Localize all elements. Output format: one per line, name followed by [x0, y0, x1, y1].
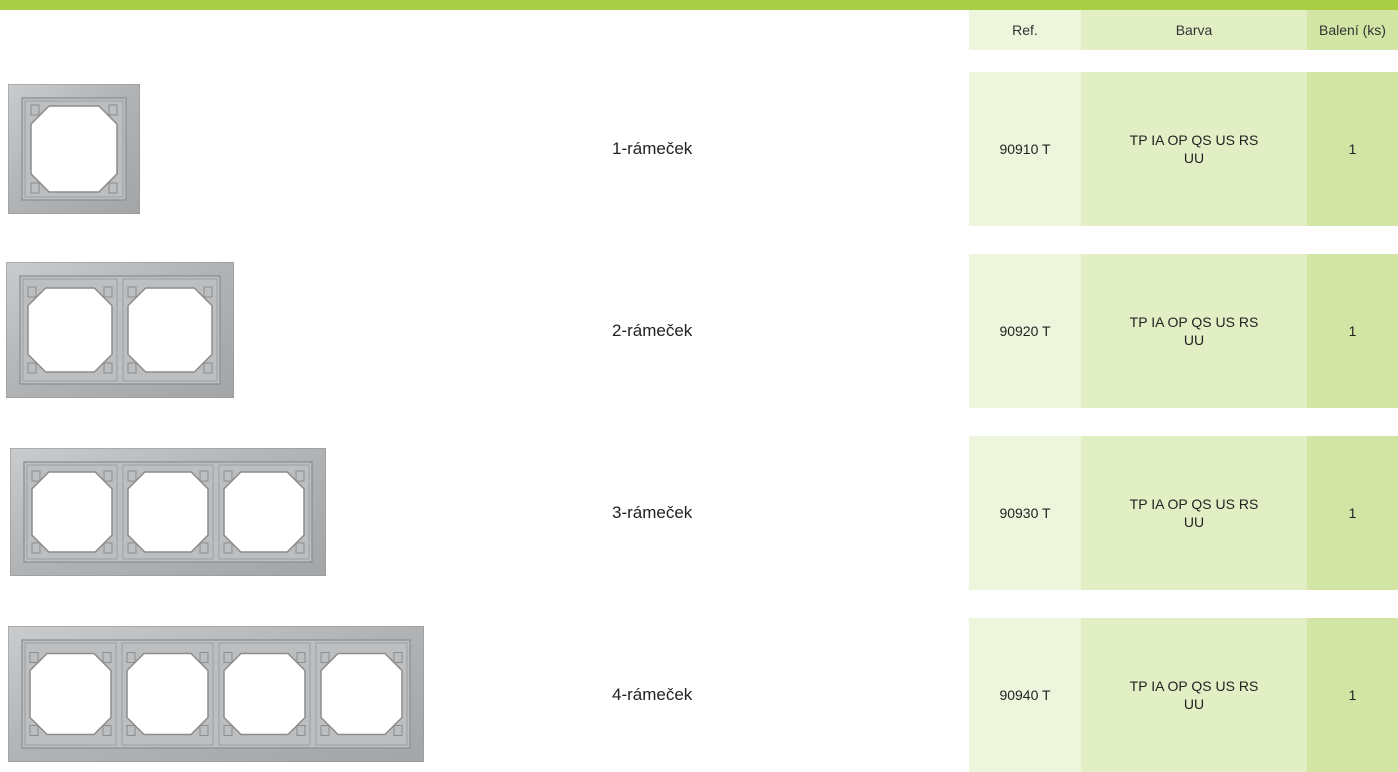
frame-3-svg — [10, 448, 326, 576]
baleni-cell: 1 — [1307, 436, 1398, 590]
frame-image-2 — [6, 262, 234, 398]
ref-cell: 90920 T — [969, 254, 1081, 408]
product-name: 2-rámeček — [612, 321, 693, 340]
frame-4-svg — [8, 626, 424, 762]
ref-cell: 90930 T — [969, 436, 1081, 590]
frame-2-svg — [6, 262, 234, 398]
gang-opening — [223, 471, 305, 553]
frame-image-3 — [10, 448, 326, 576]
gang-opening — [27, 287, 113, 373]
column-header-barva: Barva — [1081, 10, 1307, 50]
table-row: 2-rámeček 90920 T TP IA OP QS US RS UU 1 — [0, 254, 1398, 408]
ref-cell: 90910 T — [969, 72, 1081, 226]
barva-text: TP IA OP QS US RS UU — [1129, 132, 1259, 166]
frame-1-svg — [8, 84, 140, 214]
table-row: 1-rámeček 90910 T TP IA OP QS US RS UU 1 — [0, 72, 1398, 226]
gang-opening — [126, 652, 209, 736]
barva-cell: TP IA OP QS US RS UU — [1081, 436, 1307, 590]
gang-opening — [31, 471, 113, 553]
gang-opening — [30, 105, 118, 193]
table-row: 4-rámeček 90940 T TP IA OP QS US RS UU 1 — [0, 618, 1398, 772]
gang-opening — [320, 652, 403, 736]
product-name: 1-rámeček — [612, 139, 693, 158]
barva-cell: TP IA OP QS US RS UU — [1081, 618, 1307, 772]
ref-cell: 90940 T — [969, 618, 1081, 772]
gang-opening — [127, 287, 213, 373]
gang-opening — [29, 652, 112, 736]
barva-text: TP IA OP QS US RS UU — [1129, 678, 1259, 712]
barva-text: TP IA OP QS US RS UU — [1129, 496, 1259, 530]
table-row: 3-rámeček 90930 T TP IA OP QS US RS UU 1 — [0, 436, 1398, 590]
product-name: 3-rámeček — [612, 503, 693, 522]
frame-image-4 — [8, 626, 424, 762]
gang-opening — [223, 652, 306, 736]
baleni-cell: 1 — [1307, 254, 1398, 408]
barva-cell: TP IA OP QS US RS UU — [1081, 254, 1307, 408]
gang-opening — [127, 471, 209, 553]
column-header-baleni: Balení (ks) — [1307, 10, 1398, 50]
barva-text: TP IA OP QS US RS UU — [1129, 314, 1259, 348]
column-header-ref: Ref. — [969, 10, 1081, 50]
product-name: 4-rámeček — [612, 685, 693, 704]
baleni-cell: 1 — [1307, 618, 1398, 772]
top-accent-bar — [0, 0, 1398, 10]
baleni-cell: 1 — [1307, 72, 1398, 226]
frame-image-1 — [8, 84, 140, 214]
barva-cell: TP IA OP QS US RS UU — [1081, 72, 1307, 226]
